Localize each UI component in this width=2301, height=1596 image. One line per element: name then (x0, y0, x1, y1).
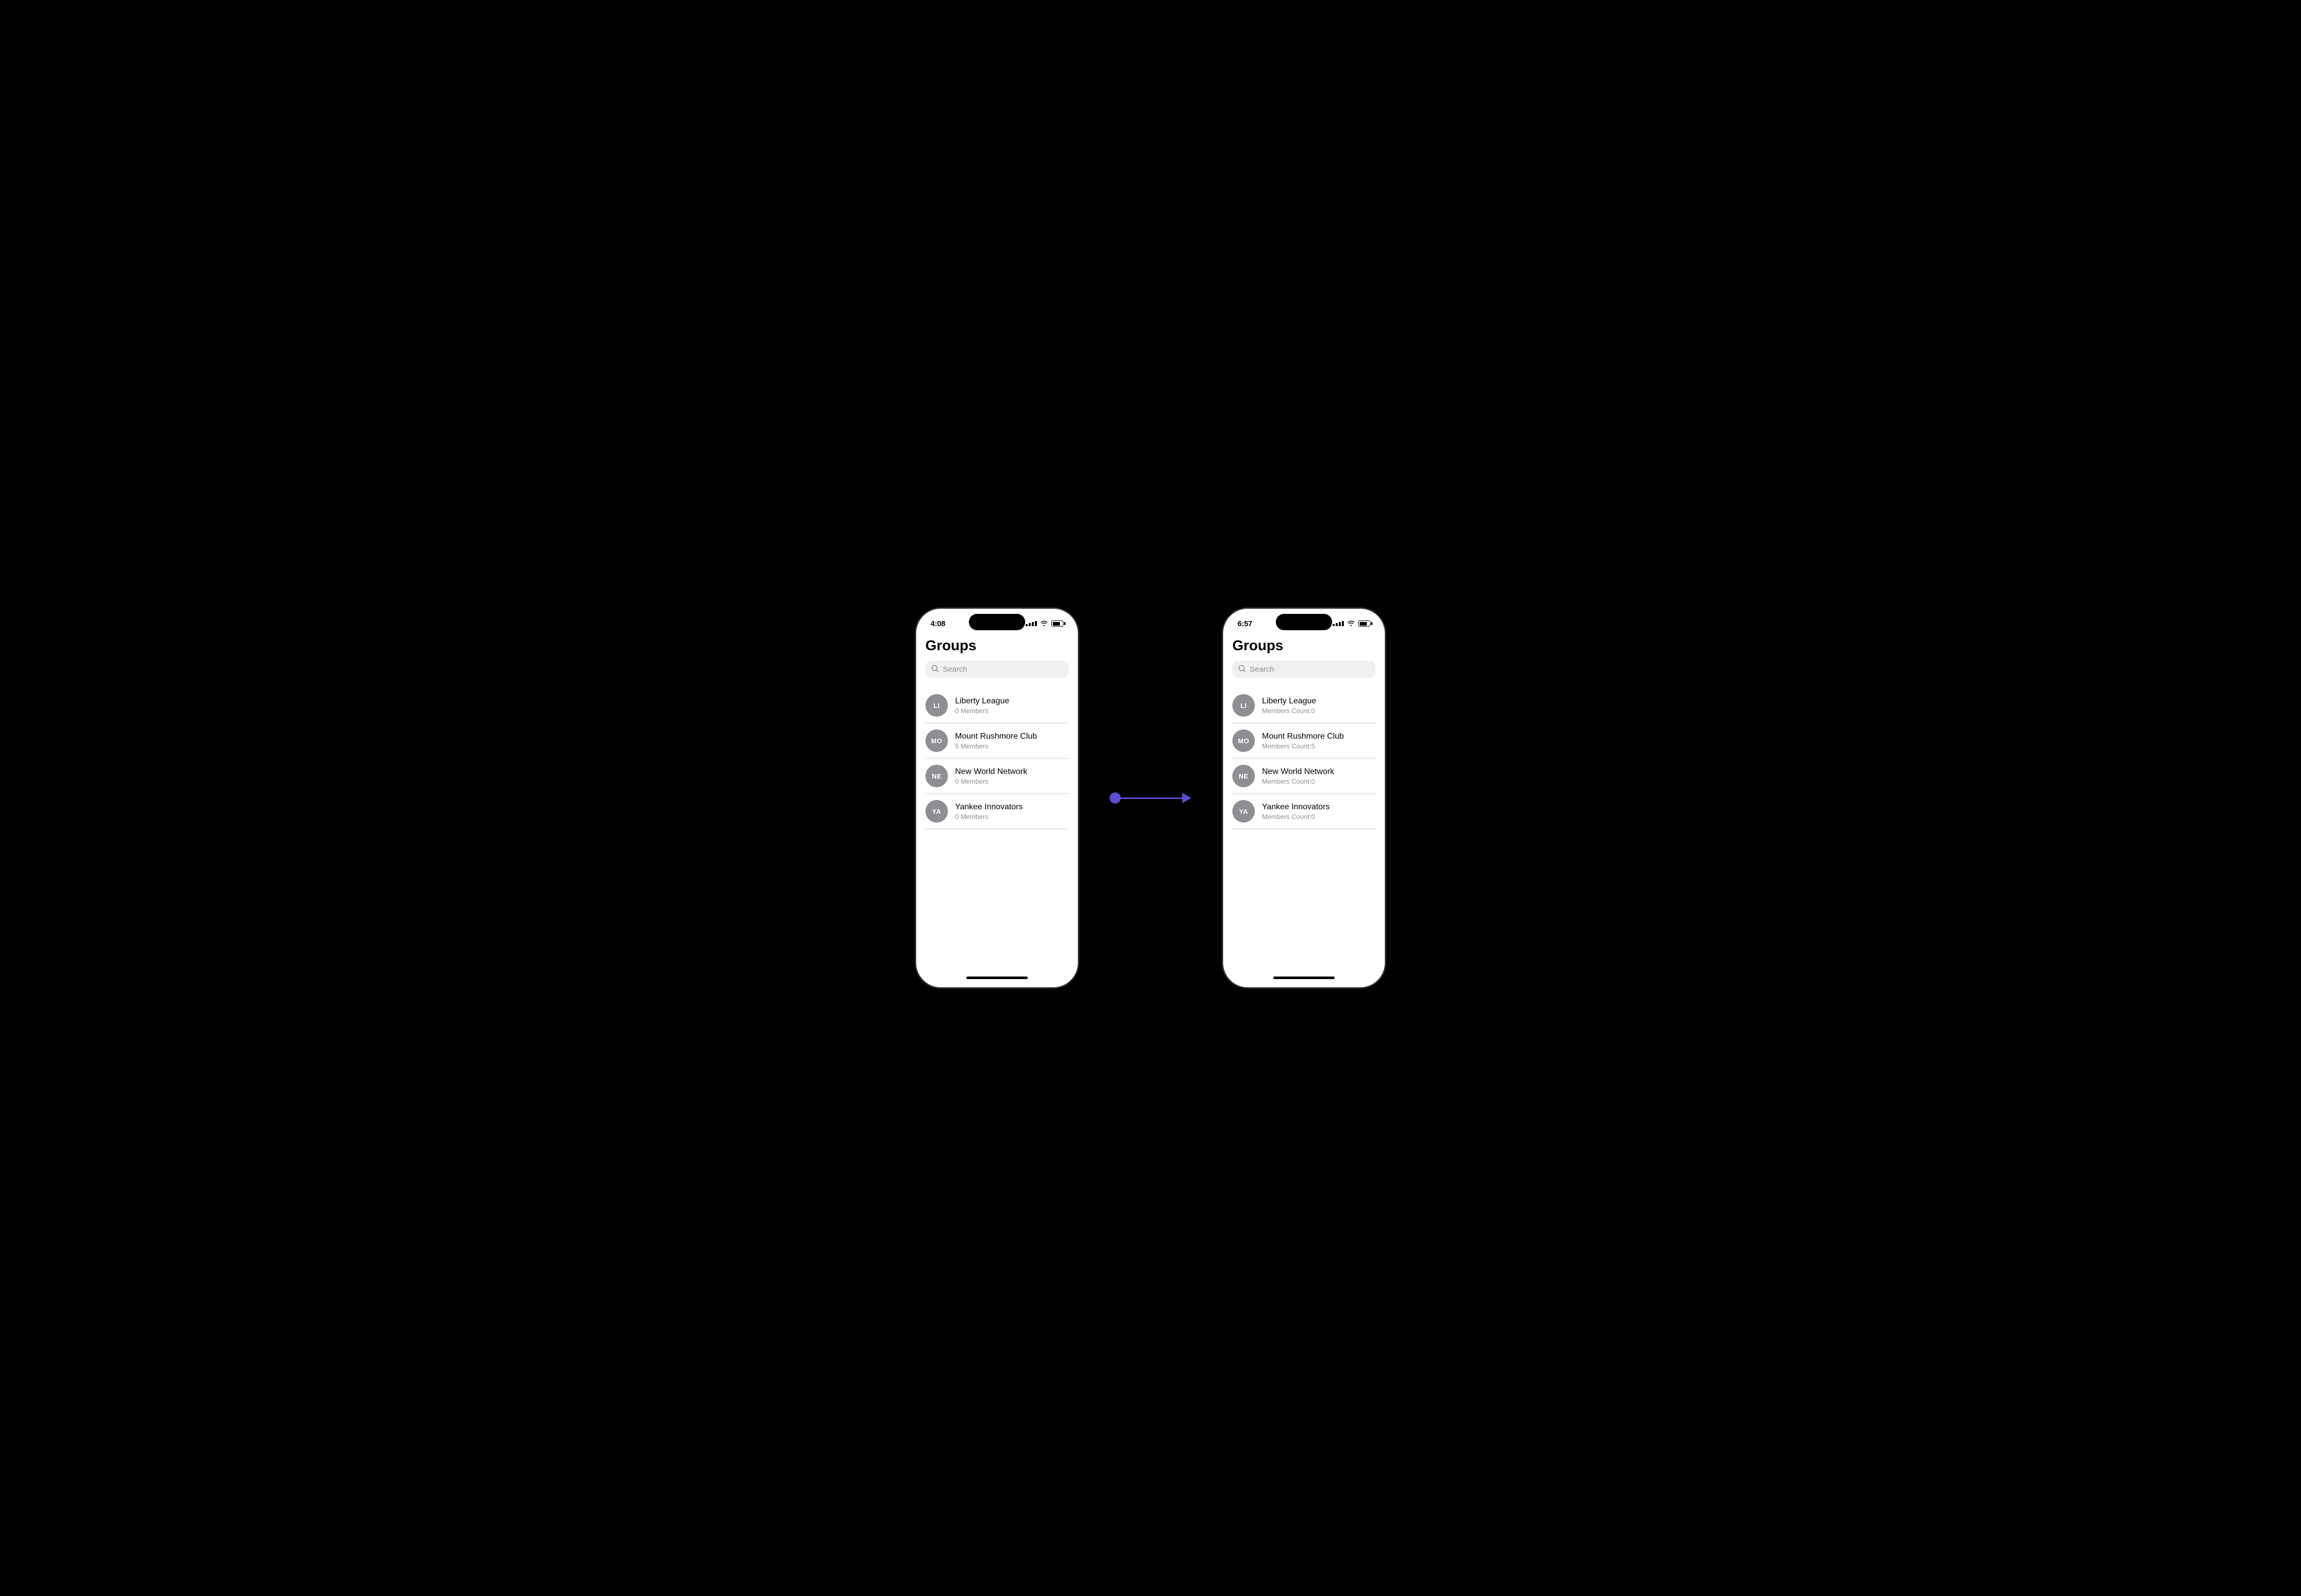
avatar: NE (1232, 765, 1255, 787)
group-info: Liberty League 0 Members (955, 697, 1069, 715)
group-members: Members Count:0 (1262, 707, 1376, 715)
list-item[interactable]: LI Liberty League 0 Members (925, 688, 1069, 723)
right-app-content: Groups Search LI Liber (1223, 637, 1385, 829)
group-members: 0 Members (955, 778, 1069, 785)
group-info: New World Network 0 Members (955, 767, 1069, 785)
left-app-content: Groups Search LI Liber (916, 637, 1078, 829)
right-group-list: LI Liberty League Members Count:0 MO Mou… (1232, 688, 1376, 829)
right-phone: 6:57 (1222, 608, 1386, 988)
group-name: New World Network (1262, 767, 1376, 777)
right-page-title: Groups (1232, 637, 1376, 654)
group-info: Mount Rushmore Club 5 Members (955, 732, 1069, 750)
wifi-icon (1347, 620, 1355, 628)
group-members: 0 Members (955, 813, 1069, 821)
left-search-icon (932, 665, 939, 674)
arrow-connector (1110, 792, 1191, 804)
group-name: Yankee Innovators (1262, 803, 1376, 812)
left-dynamic-island (969, 614, 1025, 630)
avatar: LI (925, 694, 948, 717)
arrow-head (1182, 793, 1191, 803)
right-dynamic-island (1276, 614, 1332, 630)
group-name: Yankee Innovators (955, 803, 1069, 812)
group-name: New World Network (955, 767, 1069, 777)
group-info: New World Network Members Count:0 (1262, 767, 1376, 785)
group-members: Members Count:0 (1262, 813, 1376, 821)
left-phone: 4:08 (915, 608, 1079, 988)
list-item[interactable]: LI Liberty League Members Count:0 (1232, 688, 1376, 723)
group-members: Members Count:5 (1262, 742, 1376, 750)
left-status-icons (1026, 620, 1064, 628)
list-item[interactable]: YA Yankee Innovators 0 Members (925, 794, 1069, 829)
left-page-title: Groups (925, 637, 1069, 654)
battery-icon (1051, 620, 1064, 627)
group-name: Mount Rushmore Club (1262, 732, 1376, 741)
arrow-line (1121, 797, 1182, 799)
group-members: 0 Members (955, 707, 1069, 715)
right-status-bar: 6:57 (1223, 609, 1385, 635)
arrow-start-dot (1110, 792, 1121, 804)
right-status-icons (1333, 620, 1370, 628)
list-item[interactable]: NE New World Network Members Count:0 (1232, 759, 1376, 794)
left-time: 4:08 (931, 619, 945, 628)
wifi-icon (1040, 620, 1048, 628)
list-item[interactable]: YA Yankee Innovators Members Count:0 (1232, 794, 1376, 829)
right-home-indicator (1223, 972, 1385, 987)
group-name: Mount Rushmore Club (955, 732, 1069, 741)
avatar: MO (1232, 729, 1255, 752)
avatar: YA (1232, 800, 1255, 823)
avatar: YA (925, 800, 948, 823)
signal-icon (1333, 621, 1344, 626)
group-members: Members Count:0 (1262, 778, 1376, 785)
group-info: Mount Rushmore Club Members Count:5 (1262, 732, 1376, 750)
group-info: Liberty League Members Count:0 (1262, 697, 1376, 715)
avatar: NE (925, 765, 948, 787)
list-item[interactable]: MO Mount Rushmore Club Members Count:5 (1232, 723, 1376, 759)
group-name: Liberty League (955, 697, 1069, 706)
avatar: MO (925, 729, 948, 752)
group-info: Yankee Innovators Members Count:0 (1262, 803, 1376, 821)
scene: 4:08 (915, 608, 1386, 988)
group-name: Liberty League (1262, 697, 1376, 706)
left-home-indicator (916, 972, 1078, 987)
left-search-placeholder: Search (943, 665, 967, 674)
signal-icon (1026, 621, 1037, 626)
group-members: 5 Members (955, 742, 1069, 750)
right-search-icon (1238, 665, 1246, 674)
right-search-placeholder: Search (1250, 665, 1274, 674)
right-search-bar[interactable]: Search (1232, 661, 1376, 678)
avatar: LI (1232, 694, 1255, 717)
left-group-list: LI Liberty League 0 Members MO Mount Rus… (925, 688, 1069, 829)
left-search-bar[interactable]: Search (925, 661, 1069, 678)
group-info: Yankee Innovators 0 Members (955, 803, 1069, 821)
list-item[interactable]: NE New World Network 0 Members (925, 759, 1069, 794)
right-time: 6:57 (1237, 619, 1252, 628)
battery-icon (1358, 620, 1370, 627)
list-item[interactable]: MO Mount Rushmore Club 5 Members (925, 723, 1069, 759)
left-status-bar: 4:08 (916, 609, 1078, 635)
